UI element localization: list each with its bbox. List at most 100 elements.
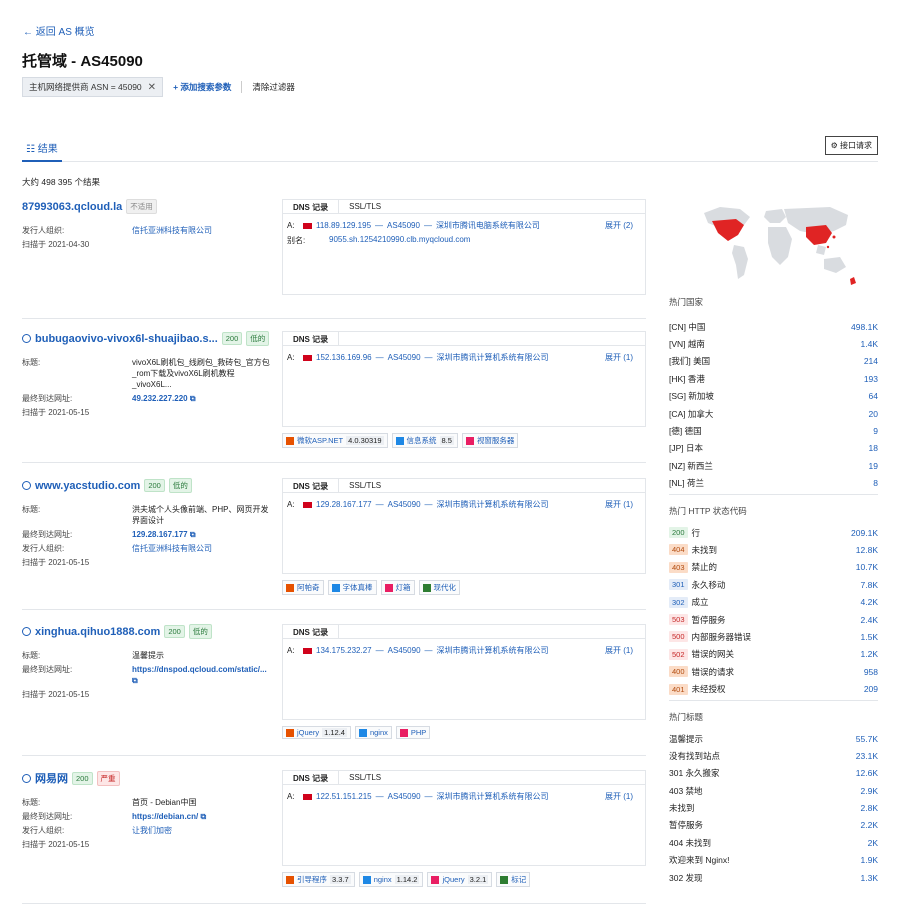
stat-row[interactable]: [我们] 美国 214 bbox=[669, 353, 878, 370]
tech-tag[interactable]: 阿帕奇 bbox=[282, 580, 324, 595]
stat-count[interactable]: 20 bbox=[869, 409, 878, 419]
expand-link[interactable]: 展开 (1) bbox=[605, 499, 633, 510]
dns-ip[interactable]: 134.175.232.27 bbox=[316, 646, 372, 655]
stat-row[interactable]: 301 永久移动 7.8K bbox=[669, 576, 878, 593]
stat-row[interactable]: 未找到 2.8K bbox=[669, 799, 878, 816]
tab-results[interactable]: ☷ 结果 bbox=[22, 138, 62, 162]
stat-row[interactable]: [CN] 中国 498.1K bbox=[669, 318, 878, 335]
stat-row[interactable]: [JP] 日本 18 bbox=[669, 440, 878, 457]
dns-ip[interactable]: 122.51.151.215 bbox=[316, 792, 372, 801]
dns-org[interactable]: 深圳市腾讯电脑系统有限公司 bbox=[436, 220, 540, 231]
dns-org[interactable]: 深圳市腾讯计算机系统有限公司 bbox=[437, 645, 549, 656]
dns-asn[interactable]: AS45090 bbox=[388, 646, 421, 655]
stat-row[interactable]: 400 错误的请求 958 bbox=[669, 663, 878, 680]
stat-row[interactable]: 暂停服务 2.2K bbox=[669, 817, 878, 834]
tech-tag[interactable]: PHP bbox=[395, 726, 431, 739]
stat-row[interactable]: 404 未找到 12.8K bbox=[669, 541, 878, 558]
tech-tag[interactable]: 微软ASP.NET 4.0.30319 bbox=[282, 433, 388, 448]
tab-ssl[interactable]: SSL/TLS bbox=[339, 200, 391, 213]
dns-ip[interactable]: 129.28.167.177 bbox=[316, 500, 372, 509]
close-icon[interactable]: ✕ bbox=[148, 82, 156, 93]
stat-row[interactable]: [NL] 荷兰 8 bbox=[669, 475, 878, 492]
stat-count[interactable]: 214 bbox=[864, 356, 878, 366]
stat-count[interactable]: 209.1K bbox=[851, 528, 878, 538]
expand-link[interactable]: 展开 (1) bbox=[605, 352, 633, 363]
field-value[interactable]: 让我们加密 bbox=[132, 825, 272, 836]
dns-asn[interactable]: AS45090 bbox=[387, 221, 420, 230]
back-link[interactable]: ← 返回 AS 概览 bbox=[23, 23, 95, 38]
dns-org[interactable]: 深圳市腾讯计算机系统有限公司 bbox=[437, 791, 549, 802]
stat-count[interactable]: 18 bbox=[869, 443, 878, 453]
dns-asn[interactable]: AS45090 bbox=[388, 500, 421, 509]
field-value[interactable]: https://dnspod.qcloud.com/static/... ⧉ bbox=[132, 664, 272, 686]
stat-count[interactable]: 12.8K bbox=[856, 545, 878, 555]
field-value[interactable]: 129.28.167.177 ⧉ bbox=[132, 529, 272, 540]
host-name[interactable]: www.yacstudio.com bbox=[35, 480, 140, 492]
stat-count[interactable]: 2.2K bbox=[861, 820, 879, 830]
field-value[interactable]: 信托亚洲科技有限公司 bbox=[132, 543, 272, 554]
stat-count[interactable]: 498.1K bbox=[851, 322, 878, 332]
stat-count[interactable]: 2.9K bbox=[861, 786, 879, 796]
stat-count[interactable]: 1.9K bbox=[861, 855, 879, 865]
result-host[interactable]: 87993063.qcloud.la 不适用 bbox=[22, 199, 272, 214]
stat-count[interactable]: 1.4K bbox=[861, 339, 879, 349]
stat-count[interactable]: 209 bbox=[864, 684, 878, 694]
stat-count[interactable]: 8 bbox=[873, 478, 878, 488]
tech-tag[interactable]: jQuery 1.12.4 bbox=[282, 726, 351, 739]
tech-tag[interactable]: nginx 1.14.2 bbox=[358, 872, 424, 887]
tech-tag[interactable]: 灯箱 bbox=[380, 580, 415, 595]
stat-row[interactable]: 403 禁地 2.9K bbox=[669, 782, 878, 799]
result-host[interactable]: xinghua.qihuo1888.com 200 低的 bbox=[22, 624, 272, 639]
stat-row[interactable]: 403 禁止的 10.7K bbox=[669, 559, 878, 576]
stat-row[interactable]: 没有找到站点 23.1K bbox=[669, 747, 878, 764]
tech-tag[interactable]: nginx bbox=[354, 726, 392, 739]
field-value[interactable]: https://debian.cn/ ⧉ bbox=[132, 811, 272, 822]
tab-ssl[interactable]: SSL/TLS bbox=[339, 479, 391, 492]
field-value[interactable]: 信托亚洲科技有限公司 bbox=[132, 225, 272, 236]
stat-count[interactable]: 2.8K bbox=[861, 803, 879, 813]
tech-tag[interactable]: 字体真棒 bbox=[327, 580, 377, 595]
result-host[interactable]: bubugaovivo-vivox6l-shuajibao.s... 200 低的 bbox=[22, 331, 272, 346]
tech-tag[interactable]: 标记 bbox=[496, 872, 531, 887]
dns-org[interactable]: 深圳市腾讯计算机系统有限公司 bbox=[437, 352, 549, 363]
stat-row[interactable]: 欢迎来到 Nginx! 1.9K bbox=[669, 852, 878, 869]
stat-count[interactable]: 19 bbox=[869, 461, 878, 471]
tab-dns[interactable]: DNS 记录 bbox=[283, 625, 340, 638]
stat-count[interactable]: 2.4K bbox=[861, 615, 879, 625]
stat-row[interactable]: [VN] 越南 1.4K bbox=[669, 335, 878, 352]
alias-value[interactable]: 9055.sh.1254210990.clb.myqcloud.com bbox=[329, 235, 470, 246]
expand-link[interactable]: 展开 (1) bbox=[605, 645, 633, 656]
stat-row[interactable]: [NZ] 新西兰 19 bbox=[669, 457, 878, 474]
tab-dns[interactable]: DNS 记录 bbox=[283, 771, 340, 784]
stat-row[interactable]: 401 未经授权 209 bbox=[669, 680, 878, 697]
tab-ssl[interactable]: SSL/TLS bbox=[339, 771, 391, 784]
dns-org[interactable]: 深圳市腾讯计算机系统有限公司 bbox=[437, 499, 549, 510]
host-name[interactable]: bubugaovivo-vivox6l-shuajibao.s... bbox=[35, 333, 218, 345]
field-value[interactable]: 49.232.227.220 ⧉ bbox=[132, 393, 272, 404]
clear-filters-button[interactable]: 清除过滤器 bbox=[252, 81, 295, 93]
stat-count[interactable]: 1.2K bbox=[861, 649, 879, 659]
dns-ip[interactable]: 152.136.169.96 bbox=[316, 353, 372, 362]
tab-dns[interactable]: DNS 记录 bbox=[283, 479, 340, 492]
expand-link[interactable]: 展开 (2) bbox=[605, 220, 633, 231]
result-host[interactable]: 网易网 200 严重 bbox=[22, 770, 272, 786]
stat-row[interactable]: 200 行 209.1K bbox=[669, 524, 878, 541]
dns-asn[interactable]: AS45090 bbox=[388, 353, 421, 362]
stat-count[interactable]: 2K bbox=[868, 838, 878, 848]
stat-row[interactable]: 温馨提示 55.7K bbox=[669, 730, 878, 747]
stat-count[interactable]: 12.6K bbox=[856, 768, 878, 778]
tech-tag[interactable]: 视窗服务器 bbox=[461, 433, 519, 448]
stat-count[interactable]: 7.8K bbox=[861, 580, 879, 590]
stat-count[interactable]: 10.7K bbox=[856, 562, 878, 572]
api-request-button[interactable]: ⚙ 接口请求 bbox=[824, 136, 878, 155]
host-name[interactable]: 网易网 bbox=[35, 770, 68, 786]
stat-row[interactable]: 502 错误的网关 1.2K bbox=[669, 646, 878, 663]
stat-row[interactable]: 302 发现 1.3K bbox=[669, 869, 878, 886]
stat-count[interactable]: 23.1K bbox=[856, 751, 878, 761]
host-name[interactable]: 87993063.qcloud.la bbox=[22, 201, 122, 213]
stat-count[interactable]: 64 bbox=[869, 391, 878, 401]
result-host[interactable]: www.yacstudio.com 200 低的 bbox=[22, 478, 272, 493]
tab-dns[interactable]: DNS 记录 bbox=[283, 332, 340, 345]
stat-count[interactable]: 4.2K bbox=[861, 597, 879, 607]
stat-row[interactable]: 302 成立 4.2K bbox=[669, 593, 878, 610]
